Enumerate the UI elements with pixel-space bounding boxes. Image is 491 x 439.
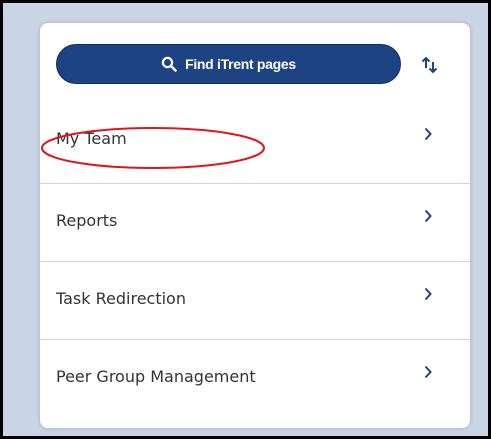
menu-item-label: Task Redirection — [56, 289, 186, 308]
menu-item-reports[interactable]: Reports — [40, 183, 470, 261]
menu-item-label: My Team — [56, 129, 127, 148]
chevron-right-icon — [424, 209, 432, 223]
menu-item-label: Reports — [56, 211, 118, 230]
sort-arrows-icon[interactable] — [418, 53, 442, 77]
menu-item-my-team[interactable]: My Team — [40, 101, 470, 179]
menu-item-label: Peer Group Management — [56, 367, 256, 386]
screenshot-frame: Find iTrent pages My Team Reports Task R… — [0, 0, 491, 439]
navigation-card: Find iTrent pages My Team Reports Task R… — [40, 23, 470, 428]
chevron-right-icon — [424, 365, 432, 379]
menu-item-peer-group-management[interactable]: Peer Group Management — [40, 339, 470, 417]
chevron-right-icon — [424, 127, 432, 141]
menu-item-task-redirection[interactable]: Task Redirection — [40, 261, 470, 339]
search-icon — [161, 56, 177, 72]
find-itrent-pages-label: Find iTrent pages — [185, 56, 296, 72]
chevron-right-icon — [424, 287, 432, 301]
find-itrent-pages-button[interactable]: Find iTrent pages — [56, 44, 401, 84]
